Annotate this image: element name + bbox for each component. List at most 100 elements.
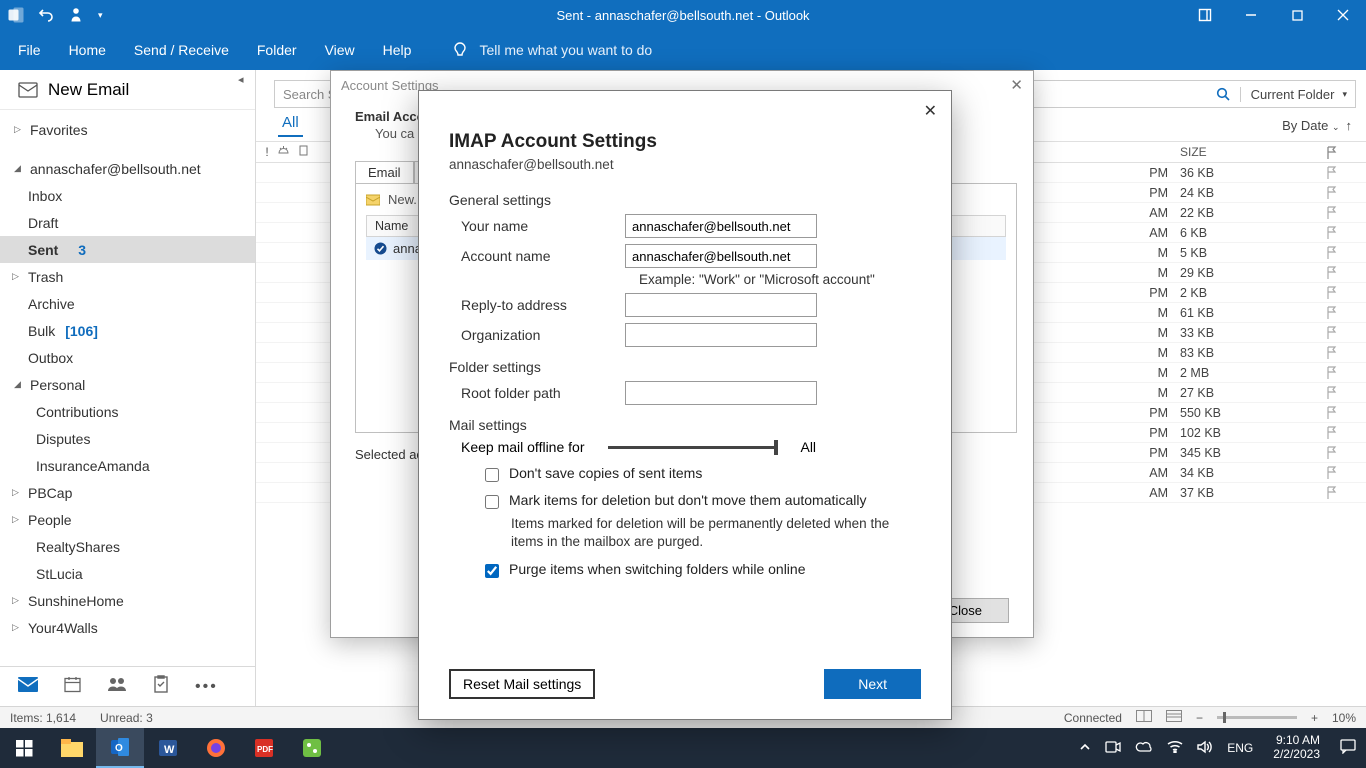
- ribbon-tab-view[interactable]: View: [325, 42, 355, 58]
- view-reading-icon[interactable]: [1166, 710, 1182, 725]
- ribbon-tab-home[interactable]: Home: [69, 42, 106, 58]
- flag-icon[interactable]: [1314, 266, 1348, 279]
- zoom-out-icon[interactable]: −: [1196, 711, 1203, 725]
- folder-stlucia[interactable]: StLucia: [0, 560, 255, 587]
- tab-email[interactable]: Email: [355, 161, 414, 183]
- col-importance-icon[interactable]: !: [256, 145, 278, 159]
- ribbon-tab-folder[interactable]: Folder: [257, 42, 297, 58]
- flag-icon[interactable]: [1314, 466, 1348, 479]
- flag-icon[interactable]: [1314, 426, 1348, 439]
- reset-mail-settings-button[interactable]: Reset Mail settings: [449, 669, 595, 699]
- maximize-button[interactable]: [1274, 0, 1320, 30]
- tray-volume-icon[interactable]: [1197, 740, 1213, 757]
- sort-by-date[interactable]: By Date ⌄: [1282, 118, 1339, 133]
- mail-module-icon[interactable]: [18, 677, 38, 697]
- taskbar-explorer-icon[interactable]: [48, 728, 96, 768]
- folder-trash[interactable]: ▷ Trash: [0, 263, 255, 290]
- tray-meet-now-icon[interactable]: [1105, 740, 1121, 757]
- folder-disputes[interactable]: Disputes: [0, 425, 255, 452]
- tray-notifications-icon[interactable]: [1340, 739, 1356, 757]
- folder-sunshinehome[interactable]: ▷ SunshineHome: [0, 587, 255, 614]
- tray-network-icon[interactable]: [1167, 740, 1183, 756]
- flag-icon[interactable]: [1314, 446, 1348, 459]
- taskbar-outlook-icon[interactable]: O: [96, 728, 144, 768]
- keep-offline-slider[interactable]: [608, 446, 776, 449]
- calendar-module-icon[interactable]: [64, 676, 81, 698]
- close-icon[interactable]: ✕: [1010, 76, 1023, 94]
- filter-all-tab[interactable]: All: [278, 114, 303, 137]
- qat-dropdown-icon[interactable]: ▾: [98, 10, 103, 21]
- ribbon-display-options[interactable]: [1182, 0, 1228, 30]
- flag-icon[interactable]: [1314, 246, 1348, 259]
- ribbon-tab-file[interactable]: File: [18, 42, 41, 58]
- start-button[interactable]: [0, 728, 48, 768]
- taskbar-word-icon[interactable]: W: [144, 728, 192, 768]
- flag-icon[interactable]: [1314, 486, 1348, 499]
- favorites-section[interactable]: ▷ Favorites: [0, 116, 255, 143]
- next-button[interactable]: Next: [824, 669, 921, 699]
- mark-for-deletion-checkbox[interactable]: Mark items for deletion but don't move t…: [449, 492, 921, 509]
- tray-language[interactable]: ENG: [1227, 741, 1253, 755]
- folder-archive[interactable]: Archive: [0, 290, 255, 317]
- flag-icon[interactable]: [1314, 166, 1348, 179]
- organization-input[interactable]: [625, 323, 817, 347]
- flag-icon[interactable]: [1314, 386, 1348, 399]
- root-folder-input[interactable]: [625, 381, 817, 405]
- ribbon-tab-sendreceive[interactable]: Send / Receive: [134, 42, 229, 58]
- col-reminder-icon[interactable]: [278, 145, 298, 159]
- ribbon-tab-help[interactable]: Help: [383, 42, 412, 58]
- close-button[interactable]: [1320, 0, 1366, 30]
- new-email-button[interactable]: New Email: [0, 70, 255, 110]
- search-scope-dropdown[interactable]: Current Folder▾: [1240, 87, 1347, 102]
- folder-bulk[interactable]: Bulk [106]: [0, 317, 255, 344]
- col-flag-header[interactable]: [1314, 146, 1348, 159]
- folder-people[interactable]: ▷ People: [0, 506, 255, 533]
- flag-icon[interactable]: [1314, 366, 1348, 379]
- sort-direction-icon[interactable]: ↑: [1346, 118, 1353, 133]
- personal-section[interactable]: ◢ Personal: [0, 371, 255, 398]
- zoom-slider[interactable]: [1217, 716, 1297, 719]
- dont-save-sent-checkbox[interactable]: Don't save copies of sent items: [449, 465, 921, 482]
- tasks-module-icon[interactable]: [153, 675, 169, 698]
- tray-clock[interactable]: 9:10 AM 2/2/2023: [1267, 734, 1326, 762]
- flag-icon[interactable]: [1314, 346, 1348, 359]
- people-module-icon[interactable]: [107, 676, 127, 697]
- taskbar-pdf-icon[interactable]: PDF: [240, 728, 288, 768]
- folder-your4walls[interactable]: ▷ Your4Walls: [0, 614, 255, 641]
- flag-icon[interactable]: [1314, 306, 1348, 319]
- flag-icon[interactable]: [1314, 206, 1348, 219]
- folder-draft[interactable]: Draft: [0, 209, 255, 236]
- purge-items-checkbox[interactable]: Purge items when switching folders while…: [449, 561, 921, 578]
- account-name-input[interactable]: [625, 244, 817, 268]
- flag-icon[interactable]: [1314, 226, 1348, 239]
- tell-me-search[interactable]: Tell me what you want to do: [451, 41, 652, 59]
- taskbar-app-icon[interactable]: [288, 728, 336, 768]
- folder-sent[interactable]: Sent 3: [0, 236, 255, 263]
- account-section[interactable]: ◢ annaschafer@bellsouth.net: [0, 155, 255, 182]
- col-size-header[interactable]: SIZE: [1174, 145, 1314, 159]
- folder-outbox[interactable]: Outbox: [0, 344, 255, 371]
- col-attachment-icon[interactable]: [298, 145, 318, 159]
- folder-pbcap[interactable]: ▷ PBCap: [0, 479, 255, 506]
- minimize-button[interactable]: [1228, 0, 1274, 30]
- close-icon[interactable]: ✕: [924, 101, 937, 121]
- flag-icon[interactable]: [1314, 326, 1348, 339]
- touch-mode-icon[interactable]: [68, 7, 84, 23]
- collapse-folder-pane-icon[interactable]: ◂: [238, 73, 244, 86]
- flag-icon[interactable]: [1314, 406, 1348, 419]
- zoom-in-icon[interactable]: +: [1311, 711, 1318, 725]
- tray-onedrive-icon[interactable]: [1135, 741, 1153, 756]
- flag-icon[interactable]: [1314, 286, 1348, 299]
- flag-icon[interactable]: [1314, 186, 1348, 199]
- folder-inbox[interactable]: Inbox: [0, 182, 255, 209]
- your-name-input[interactable]: [625, 214, 817, 238]
- folder-realtyshares[interactable]: RealtyShares: [0, 533, 255, 560]
- tray-overflow-icon[interactable]: [1079, 741, 1091, 756]
- undo-icon[interactable]: [38, 7, 54, 23]
- more-modules-icon[interactable]: •••: [195, 678, 218, 696]
- view-normal-icon[interactable]: [1136, 710, 1152, 725]
- reply-to-input[interactable]: [625, 293, 817, 317]
- search-icon[interactable]: [1216, 87, 1230, 101]
- folder-insuranceamanda[interactable]: InsuranceAmanda: [0, 452, 255, 479]
- taskbar-firefox-icon[interactable]: [192, 728, 240, 768]
